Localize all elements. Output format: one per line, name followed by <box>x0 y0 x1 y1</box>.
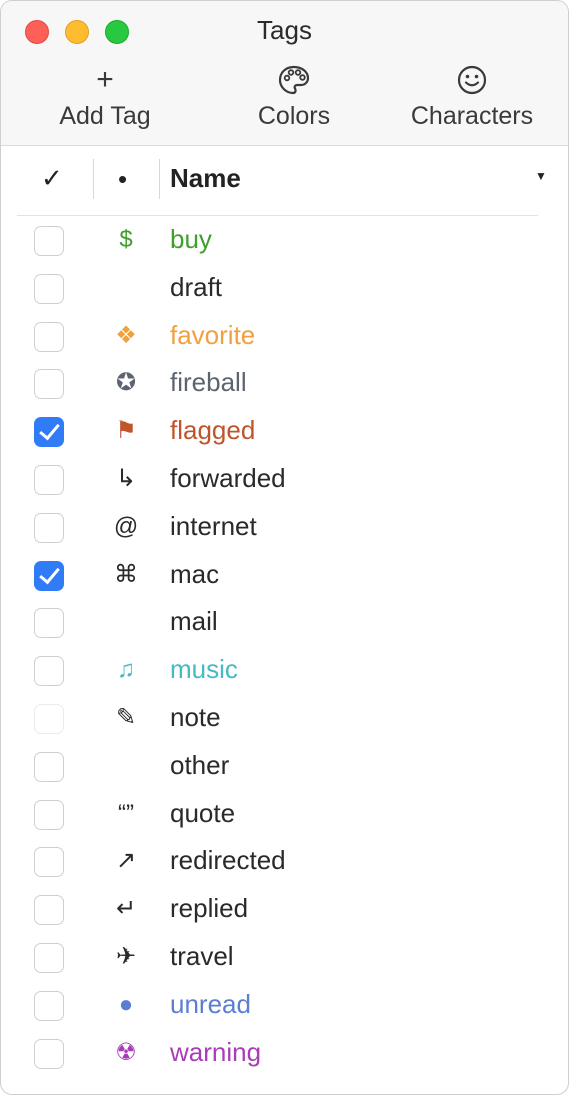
tag-checkbox[interactable] <box>34 321 64 352</box>
tag-name: replied <box>170 893 249 924</box>
tag-name: redirected <box>170 845 286 876</box>
tag-row[interactable]: $ buy <box>1 216 568 264</box>
palette-icon <box>234 63 354 97</box>
checkmark-icon <box>39 562 60 584</box>
tag-name: travel <box>170 941 234 971</box>
pencil-icon: ✎ <box>115 704 137 731</box>
colors-button[interactable]: Colors <box>234 63 354 131</box>
forward-arrow-icon: ↳ <box>115 465 137 492</box>
tag-name: mail <box>170 606 218 637</box>
colors-label: Colors <box>257 102 331 130</box>
column-divider[interactable] <box>159 159 160 199</box>
characters-button[interactable]: Characters <box>396 63 548 131</box>
checkmark-icon <box>39 418 60 441</box>
tag-checkbox[interactable] <box>34 656 64 687</box>
tag-name: flagged <box>170 415 256 446</box>
tag-name: favorite <box>170 319 256 350</box>
tag-row[interactable]: “” quote <box>1 790 568 838</box>
star-circle-icon: ✪ <box>115 369 137 397</box>
tag-row[interactable]: ♫ music <box>1 646 568 694</box>
tag-checkbox[interactable] <box>34 1038 64 1069</box>
tag-row[interactable]: ⌘ mac <box>1 551 568 599</box>
table-header <box>1 146 568 216</box>
tag-row[interactable]: @ internet <box>1 503 568 551</box>
tag-name: mac <box>170 558 220 589</box>
tag-checkbox[interactable] <box>34 990 64 1021</box>
tag-row[interactable]: ↗ redirected <box>1 837 568 885</box>
quote-icon: “” <box>118 799 134 827</box>
tag-name: buy <box>170 224 212 254</box>
at-icon: @ <box>113 512 139 540</box>
sort-indicator-icon[interactable]: ▼ <box>535 169 547 183</box>
dollar-icon: $ <box>119 226 133 253</box>
command-icon: ⌘ <box>114 560 138 588</box>
music-note-icon: ♫ <box>117 656 135 684</box>
tag-row[interactable]: ☢ warning <box>1 1029 568 1077</box>
tag-name: forwarded <box>170 463 286 493</box>
tag-name: warning <box>170 1036 262 1067</box>
symbol-column-header[interactable]: • <box>118 164 127 195</box>
dot-icon: ● <box>118 990 134 1018</box>
tag-name: other <box>170 749 230 780</box>
tag-row[interactable]: ↳ forwarded <box>1 455 568 503</box>
add-tag-label: Add Tag <box>59 102 151 130</box>
tag-name: music <box>170 654 238 685</box>
tag-row[interactable]: ● unread <box>1 981 568 1029</box>
tag-row[interactable]: ↵ replied <box>1 885 568 933</box>
tag-row[interactable]: ✈ travel <box>1 933 568 981</box>
tag-checkbox[interactable] <box>34 465 64 495</box>
tag-name: internet <box>170 510 257 541</box>
tag-checkbox[interactable] <box>34 226 64 256</box>
diamond-icon: ❖ <box>115 321 137 349</box>
plus-icon: + <box>96 63 114 96</box>
add-tag-button[interactable]: + Add Tag <box>45 63 165 131</box>
tag-row[interactable]: ❖ favorite <box>1 312 568 360</box>
tag-name: fireball <box>170 367 247 398</box>
tag-checkbox[interactable] <box>34 512 64 543</box>
tag-checkbox[interactable] <box>34 560 64 591</box>
tag-name: unread <box>170 988 251 1019</box>
tag-checkbox[interactable] <box>34 799 64 830</box>
checked-column-header[interactable]: ✓ <box>41 163 63 194</box>
tag-checkbox[interactable] <box>34 943 64 973</box>
window-title: Tags <box>257 15 312 45</box>
tag-row[interactable]: mail <box>1 598 568 646</box>
title-toolbar: Tags + Add Tag Colors Characters <box>1 1 568 146</box>
tag-row[interactable]: ✪ fireball <box>1 359 568 407</box>
tag-name: draft <box>170 271 223 302</box>
tag-checkbox[interactable] <box>34 608 64 639</box>
tag-name: note <box>170 702 221 732</box>
flag-icon: ⚑ <box>115 417 137 445</box>
tag-name: quote <box>170 797 236 828</box>
characters-label: Characters <box>410 102 534 130</box>
tag-checkbox[interactable] <box>34 417 64 448</box>
tag-checkbox[interactable] <box>34 704 64 734</box>
reply-arrow-icon: ↵ <box>115 895 137 923</box>
tag-row[interactable]: ✎ note <box>1 694 568 742</box>
tags-window: Tags + Add Tag Colors Characters ✓ • Nam… <box>0 0 569 1095</box>
airplane-icon: ✈ <box>115 943 137 970</box>
radioactive-icon: ☢ <box>115 1038 137 1066</box>
tag-row[interactable]: draft <box>1 264 568 312</box>
tag-checkbox[interactable] <box>34 895 64 926</box>
tag-checkbox[interactable] <box>34 369 64 400</box>
tag-row[interactable]: ⚑ flagged <box>1 407 568 455</box>
column-divider[interactable] <box>93 159 94 199</box>
redirect-arrow-icon: ↗ <box>115 847 137 875</box>
tag-row[interactable]: other <box>1 742 568 790</box>
tag-checkbox[interactable] <box>34 847 64 878</box>
tag-checkbox[interactable] <box>34 751 64 782</box>
smiley-icon <box>396 63 548 97</box>
tag-checkbox[interactable] <box>34 273 64 304</box>
name-column-header[interactable]: Name <box>170 163 241 194</box>
